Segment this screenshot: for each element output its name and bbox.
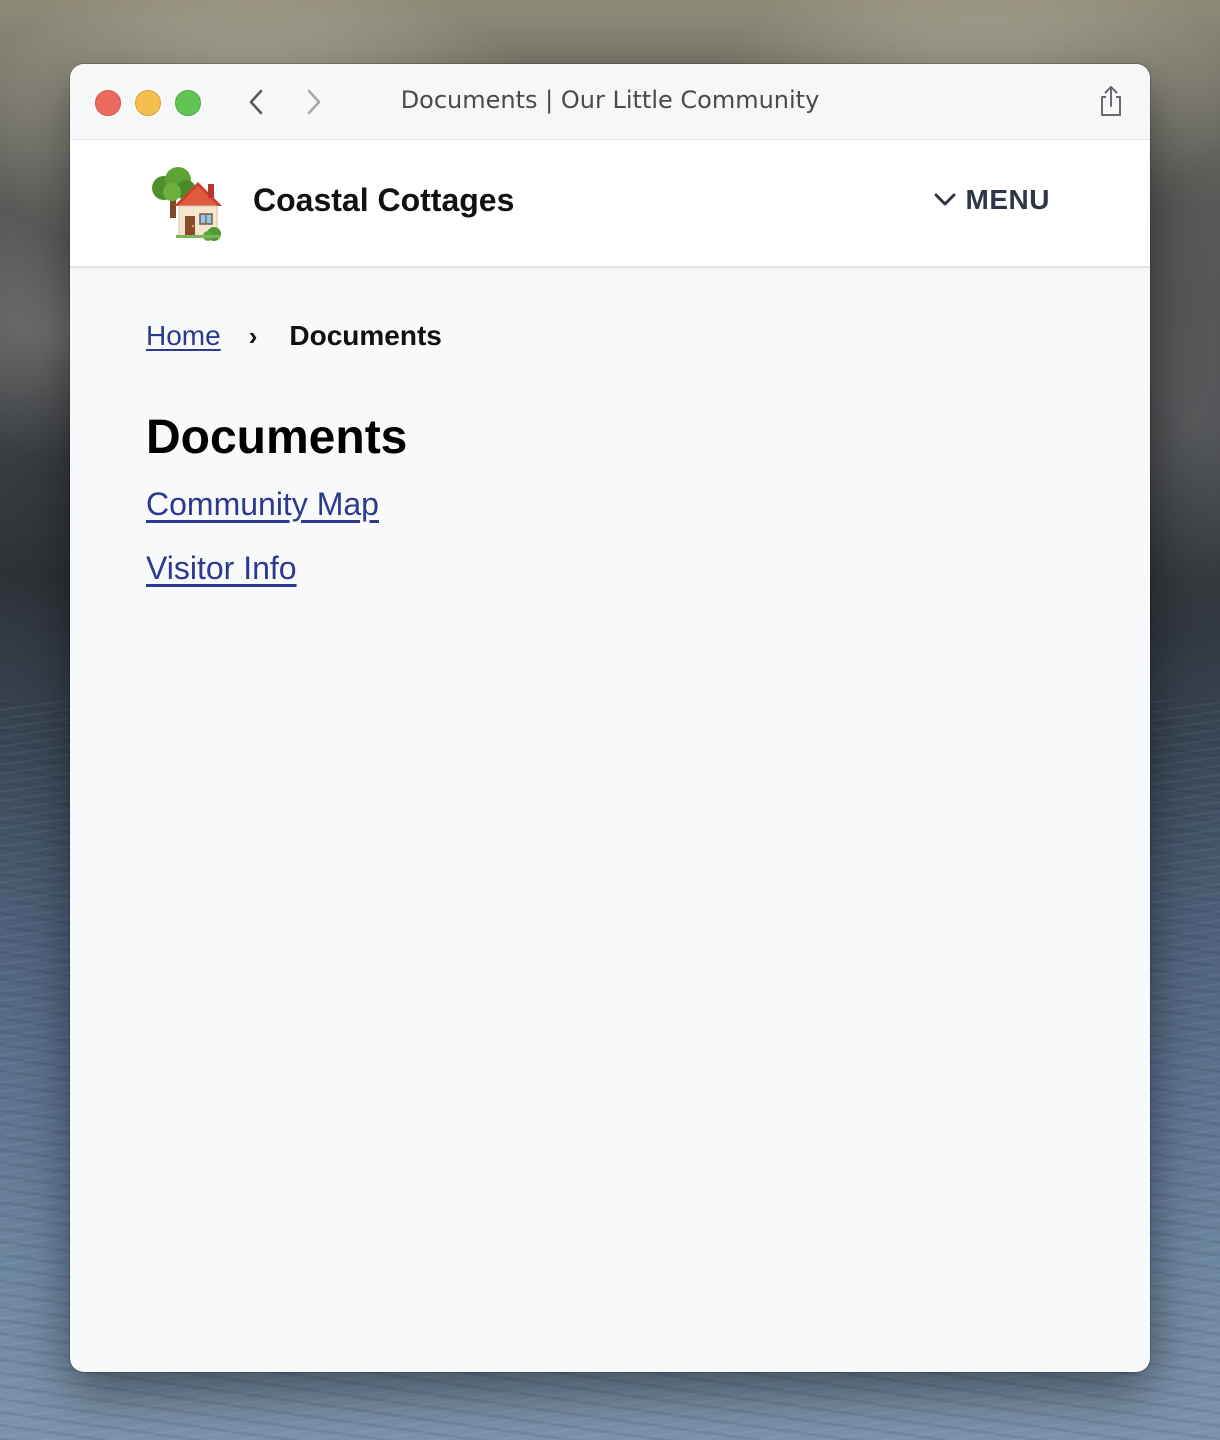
minimize-window-button[interactable] — [135, 90, 161, 116]
zoom-window-button[interactable] — [175, 90, 201, 116]
document-list: Community Map Visitor Info — [146, 486, 1066, 614]
menu-button[interactable]: MENU — [934, 184, 1050, 216]
share-icon — [1101, 86, 1121, 116]
chevron-left-icon — [249, 89, 263, 115]
close-window-button[interactable] — [95, 90, 121, 116]
document-link-visitor-info[interactable]: Visitor Info — [146, 550, 297, 586]
breadcrumb-separator: › — [248, 320, 258, 351]
breadcrumb-current: Documents — [289, 320, 442, 351]
list-item: Community Map — [146, 486, 1066, 550]
breadcrumb-home-link[interactable]: Home — [146, 320, 221, 352]
site-header: Coastal Cottages MENU — [70, 140, 1150, 268]
chevron-down-icon — [934, 193, 956, 206]
browser-window: Documents | Our Little Community Coastal… — [70, 64, 1150, 1372]
window-title: Documents | Our Little Community — [400, 86, 820, 114]
menu-label: MENU — [965, 184, 1050, 215]
breadcrumb: Home › Documents — [146, 318, 1066, 354]
main-content: Home › Documents Documents Community Map… — [146, 318, 1066, 614]
share-button[interactable] — [1094, 82, 1128, 120]
list-item: Visitor Info — [146, 550, 1066, 614]
browser-titlebar: Documents | Our Little Community — [70, 64, 1150, 140]
back-button[interactable] — [240, 84, 272, 120]
document-link-community-map[interactable]: Community Map — [146, 486, 379, 522]
house-with-garden-icon[interactable] — [148, 166, 226, 242]
page-title: Documents — [146, 411, 408, 464]
site-name[interactable]: Coastal Cottages — [253, 182, 514, 219]
